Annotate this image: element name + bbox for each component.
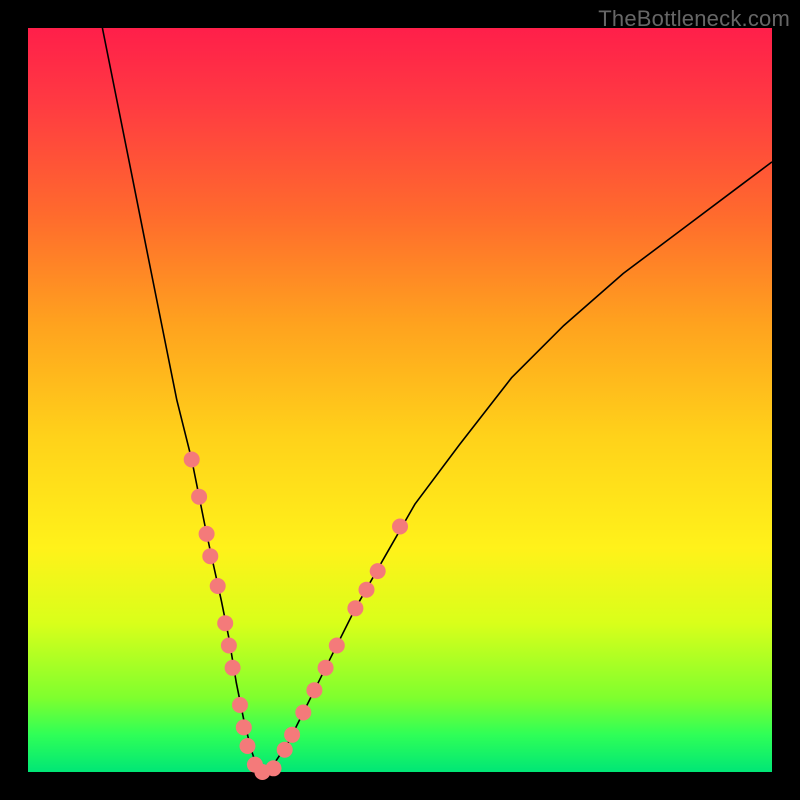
data-marker (284, 727, 300, 743)
data-marker (236, 719, 252, 735)
data-marker (329, 638, 345, 654)
plot-area (28, 28, 772, 772)
data-marker (359, 582, 375, 598)
data-marker (232, 697, 248, 713)
data-marker (266, 760, 282, 776)
data-marker (199, 526, 215, 542)
data-marker (221, 638, 237, 654)
data-marker (240, 738, 256, 754)
data-marker (217, 615, 233, 631)
data-marker (306, 682, 322, 698)
data-marker (210, 578, 226, 594)
curve-svg (28, 28, 772, 772)
data-marker (225, 660, 241, 676)
chart-frame: TheBottleneck.com (0, 0, 800, 800)
data-marker (184, 452, 200, 468)
data-marker (347, 600, 363, 616)
data-marker (202, 548, 218, 564)
data-marker (191, 489, 207, 505)
data-marker (295, 705, 311, 721)
bottleneck-curve (102, 28, 772, 772)
data-marker (318, 660, 334, 676)
data-marker (392, 519, 408, 535)
marker-group (184, 452, 408, 781)
data-marker (277, 742, 293, 758)
data-marker (370, 563, 386, 579)
